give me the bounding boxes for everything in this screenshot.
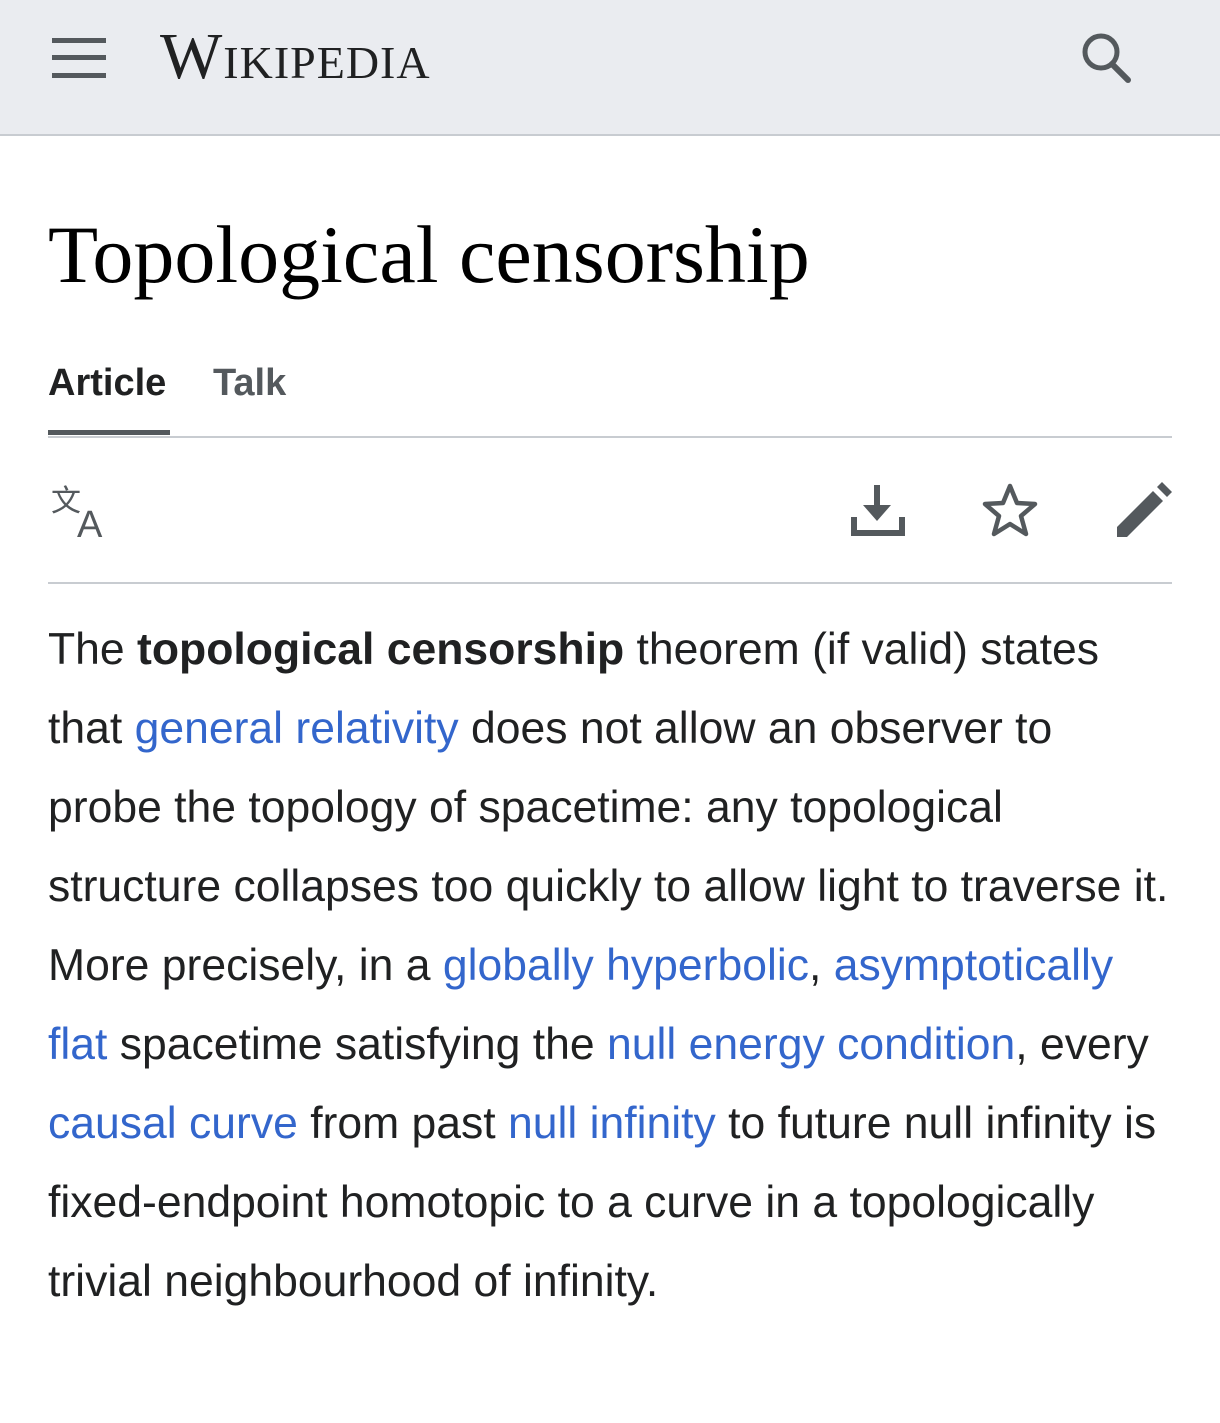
article-link[interactable]: null energy condition [607, 1020, 1015, 1069]
article-bold-term: topological censorship [137, 625, 625, 674]
article-link[interactable]: general relativity [135, 704, 459, 753]
search-button[interactable] [1070, 22, 1142, 94]
article-text: spacetime satisfying the [107, 1020, 608, 1069]
article-text: from past [297, 1099, 509, 1148]
article-lead-paragraph: The topological censorship theorem (if v… [48, 610, 1178, 1321]
wikipedia-wordmark[interactable]: Wikipedia [160, 22, 431, 92]
main-menu-button[interactable] [44, 30, 112, 86]
article-link[interactable]: globally hyperbolic [443, 941, 809, 990]
download-button[interactable] [845, 478, 911, 544]
article-link[interactable]: causal curve [48, 1099, 298, 1148]
tab-article[interactable]: Article [48, 354, 170, 435]
language-button[interactable]: 文 A [48, 478, 114, 544]
edit-button[interactable] [1110, 478, 1176, 544]
tab-talk[interactable]: Talk [213, 354, 286, 436]
article-link[interactable]: null infinity [508, 1099, 716, 1148]
page-title: Topological censorship [48, 209, 810, 300]
watch-button[interactable] [977, 478, 1043, 544]
article-text: The [48, 625, 138, 674]
article-text: , every [1015, 1020, 1149, 1069]
article-text: , [808, 941, 834, 990]
namespace-tabs: Article Talk [48, 354, 1172, 438]
page-actions-toolbar: 文 A [48, 440, 1172, 584]
header-bar: Wikipedia [0, 0, 1220, 136]
svg-text:A: A [77, 504, 103, 541]
